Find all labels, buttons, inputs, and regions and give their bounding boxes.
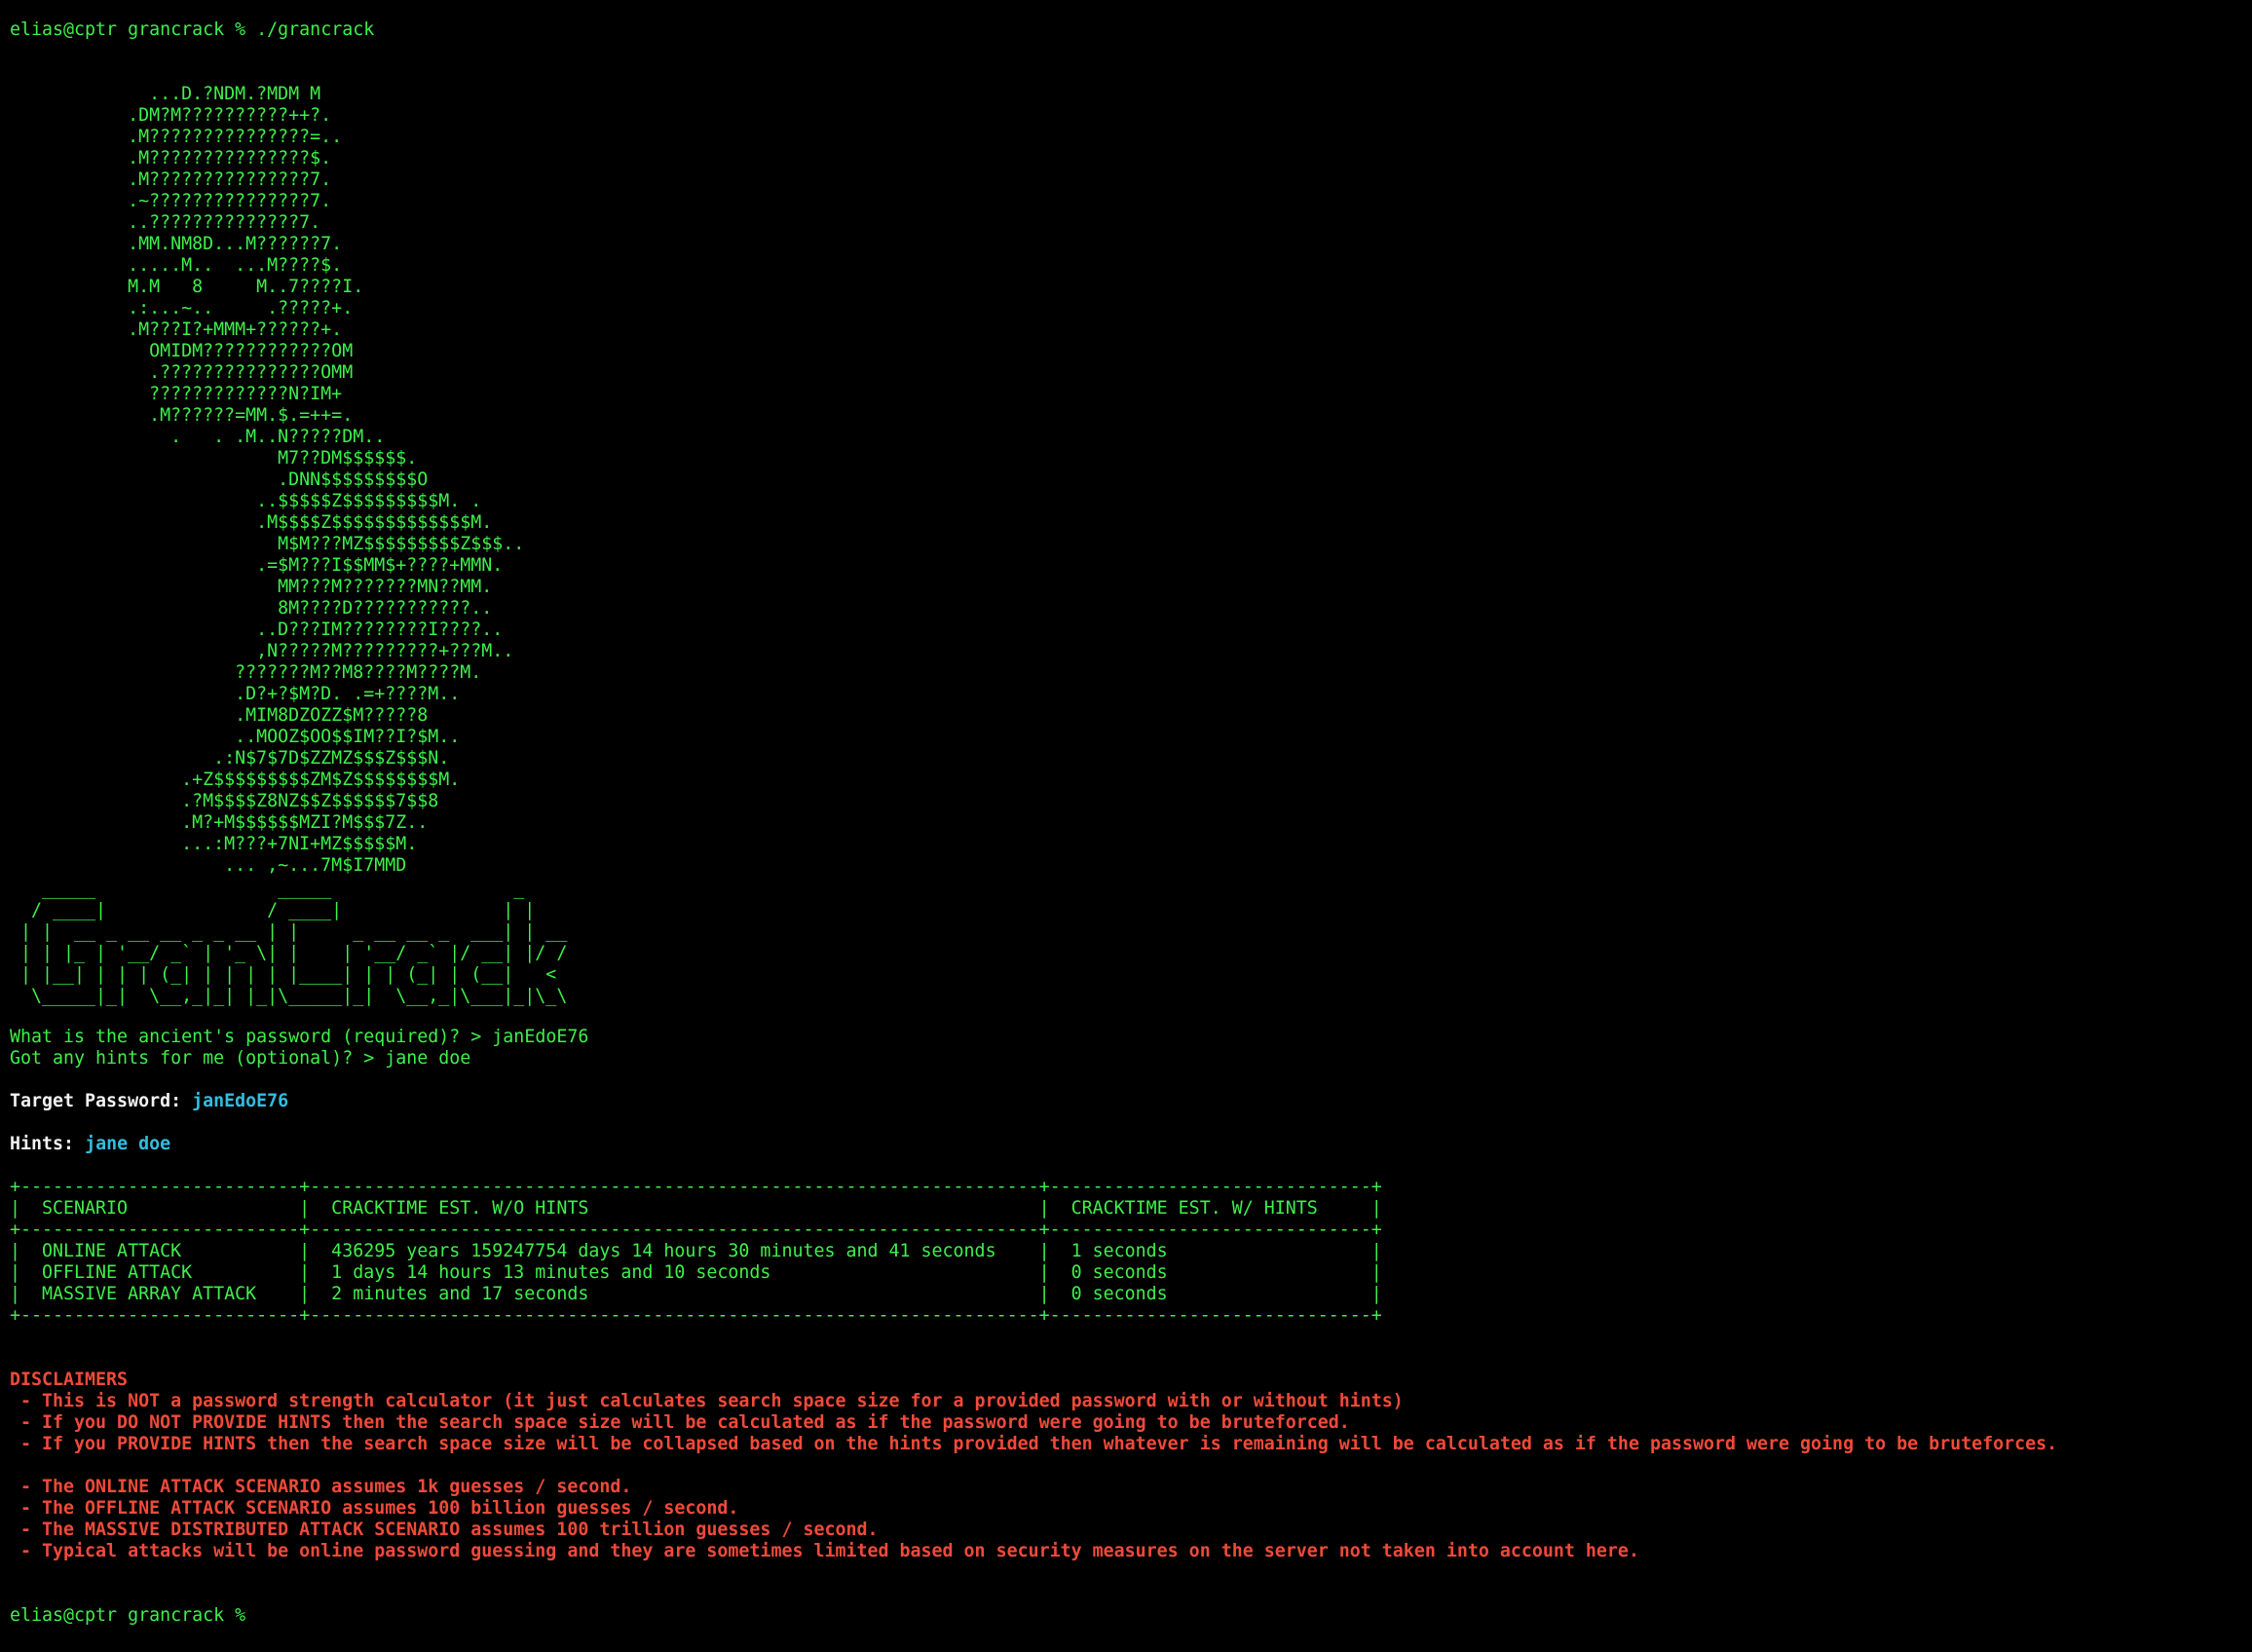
command-line: elias@cptr grancrack % ./grancrack	[10, 19, 374, 41]
hints-value: jane doe	[85, 1134, 171, 1154]
target-password-label: Target Password:	[10, 1091, 182, 1111]
disclaimer-item: - If you DO NOT PROVIDE HINTS then the s…	[10, 1412, 1350, 1433]
target-password-value: janEdoE76	[192, 1091, 289, 1111]
disclaimer-item: - If you PROVIDE HINTS then the search s…	[10, 1434, 2058, 1454]
ascii-banner-logo: _____ _____ _ / ____| / ____| | | | | __…	[20, 879, 568, 1006]
disclaimer-item: - Typical attacks will be online passwor…	[10, 1541, 1639, 1561]
hints-label: Hints:	[10, 1134, 75, 1154]
hints-question-answer: jane doe	[385, 1048, 471, 1069]
password-question-answer: janEdoE76	[492, 1027, 589, 1047]
terminal-window[interactable]: elias@cptr grancrack % ./grancrack ...D.…	[0, 0, 2252, 1652]
target-password-line: Target Password: janEdoE76	[10, 1091, 288, 1112]
disclaimer-item: - The ONLINE ATTACK SCENARIO assumes 1k …	[10, 1477, 632, 1497]
password-question-prompt: What is the ancient's password (required…	[10, 1027, 482, 1047]
prompt-text: elias@cptr grancrack %	[10, 19, 246, 40]
hints-question: Got any hints for me (optional)? > jane …	[10, 1048, 470, 1070]
password-question: What is the ancient's password (required…	[10, 1027, 588, 1048]
command-text: ./grancrack	[256, 19, 375, 40]
disclaimer-item: - This is NOT a password strength calcul…	[10, 1391, 1404, 1411]
final-prompt[interactable]: elias@cptr grancrack %	[10, 1605, 245, 1627]
disclaimer-item: - The MASSIVE DISTRIBUTED ATTACK SCENARI…	[10, 1520, 879, 1540]
hints-question-prompt: Got any hints for me (optional)? >	[10, 1048, 375, 1069]
cracktime-table: +--------------------------+------------…	[10, 1177, 1382, 1326]
disclaimers-title: DISCLAIMERS	[10, 1370, 129, 1390]
ascii-art-portrait: ...D.?NDM.?MDM M .DM?M??????????++?. .M?…	[128, 84, 525, 876]
hints-line: Hints: jane doe	[10, 1134, 170, 1155]
disclaimer-item: - The OFFLINE ATTACK SCENARIO assumes 10…	[10, 1498, 739, 1519]
